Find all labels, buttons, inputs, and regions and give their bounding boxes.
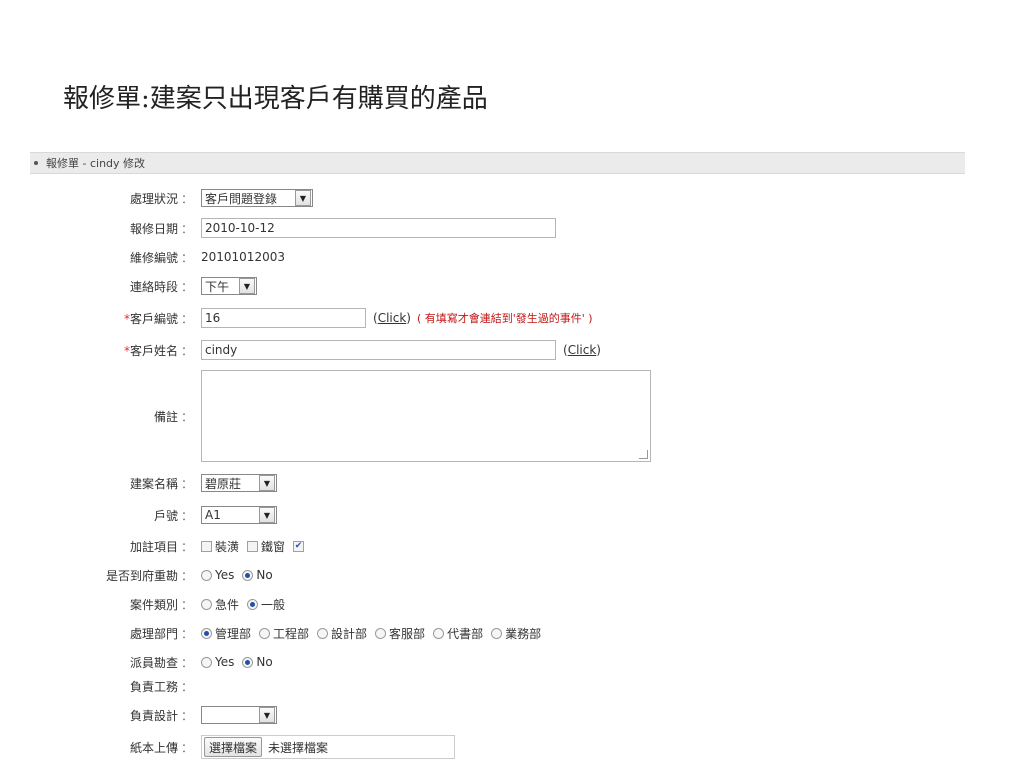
resize-grip-icon[interactable]	[639, 450, 648, 459]
repair-no-value: 20101012003	[201, 250, 285, 264]
radio-icon[interactable]	[201, 598, 212, 610]
radio-icon[interactable]	[433, 627, 445, 639]
row-contact-time: 連絡時段： 下午 ▼	[30, 275, 965, 297]
panel-header: 報修單 - cindy 修改	[30, 152, 965, 174]
chevron-down-icon: ▼	[295, 190, 311, 206]
radio-icon[interactable]	[317, 627, 329, 639]
radio-icon[interactable]	[259, 627, 271, 639]
customer-no-note: ( 有填寫才會連結到'發生過的事件' )	[416, 312, 593, 325]
row-customer-no: *客戶編號： 16 (Click) ( 有填寫才會連結到'發生過的事件' )	[30, 307, 965, 329]
department-management[interactable]: 管理部	[201, 625, 251, 642]
radio-selected-icon[interactable]	[242, 569, 254, 581]
window-bars-checkbox[interactable]	[247, 540, 259, 552]
department-customer-service[interactable]: 客服部	[375, 625, 425, 642]
row-customer-name: *客戶姓名： cindy (Click)	[30, 339, 965, 361]
choose-file-button[interactable]: 選擇檔案	[204, 737, 263, 757]
unit-no-label: 戶號	[153, 508, 178, 523]
project-name-select[interactable]: 碧原莊 ▼	[201, 474, 277, 492]
row-department: 處理部門： 管理部 工程部 設計部 客服部 代書部 業務部	[129, 625, 542, 642]
remarks-textarea[interactable]	[201, 370, 651, 462]
onsite-survey-no[interactable]: No	[242, 568, 273, 582]
panel-header-title: 報修單 - cindy 修改	[46, 157, 146, 170]
status-label: 處理狀況	[129, 191, 178, 206]
file-status-text: 未選擇檔案	[268, 740, 329, 755]
repair-no-label: 維修編號	[129, 250, 178, 265]
extra-item-option[interactable]: 鐵窗	[247, 538, 285, 555]
radio-selected-icon[interactable]	[242, 656, 254, 668]
customer-no-label: 客戶編號	[129, 311, 178, 326]
row-onsite-survey: 是否到府重勘： Yes No	[105, 568, 273, 583]
chevron-down-icon: ▼	[259, 707, 275, 723]
paper-upload-label: 紙本上傳	[129, 740, 178, 755]
radio-icon[interactable]	[491, 627, 503, 639]
extra-item-option[interactable]: 裝潢	[201, 538, 239, 555]
contact-time-label: 連絡時段	[129, 279, 178, 294]
row-repair-date: 報修日期： 2010-10-12	[30, 217, 965, 239]
dispatch-survey-no[interactable]: No	[242, 655, 273, 669]
project-name-label: 建案名稱	[129, 476, 178, 491]
customer-name-input[interactable]: cindy	[201, 340, 556, 360]
row-extra-items: 加註項目： 裝潢 鐵窗 ✔	[30, 535, 965, 557]
file-upload-field[interactable]: 選擇檔案 未選擇檔案	[201, 735, 455, 759]
page-title: 報修單:建案只出現客戶有購買的產品	[63, 84, 488, 114]
chevron-down-icon: ▼	[259, 507, 275, 523]
radio-icon[interactable]	[375, 627, 387, 639]
case-type-normal[interactable]: 一般	[247, 596, 285, 613]
unit-no-select[interactable]: A1 ▼	[201, 506, 277, 524]
onsite-survey-label: 是否到府重勘	[105, 568, 178, 583]
remarks-label: 備註	[153, 410, 178, 424]
radio-icon[interactable]	[201, 569, 212, 581]
radio-selected-icon[interactable]	[247, 598, 259, 610]
customer-name-label: 客戶姓名	[129, 343, 178, 358]
row-case-type: 案件類別： 急件 一般	[129, 596, 286, 613]
department-design[interactable]: 設計部	[317, 625, 367, 642]
chevron-down-icon: ▼	[259, 475, 275, 491]
contact-time-select[interactable]: 下午 ▼	[201, 277, 257, 295]
radio-selected-icon[interactable]	[201, 627, 212, 639]
dispatch-survey-yes[interactable]: Yes	[201, 655, 234, 669]
bullet-icon	[34, 161, 38, 165]
row-paper-upload: 紙本上傳： 選擇檔案 未選擇檔案	[30, 735, 965, 759]
responsible-design-select[interactable]: ▼	[201, 706, 277, 724]
dispatch-survey-label: 派員勘查	[129, 655, 178, 670]
row-repair-no: 維修編號： 20101012003	[129, 250, 285, 265]
repair-date-label: 報修日期	[129, 221, 178, 236]
onsite-survey-yes[interactable]: Yes	[201, 568, 234, 582]
customer-no-input[interactable]: 16	[201, 308, 366, 328]
department-label: 處理部門	[129, 626, 178, 641]
customer-name-click-link[interactable]: Click	[568, 343, 597, 357]
repair-form-panel: 報修單 - cindy 修改 處理狀況： 客戶問題登錄 ▼ 報修日期： 2010-…	[30, 152, 965, 768]
responsible-work-label: 負責工務	[129, 679, 178, 694]
row-responsible-work: 負責工務：	[129, 679, 193, 694]
extra-items-label: 加註項目	[129, 539, 178, 554]
extra-item-option[interactable]: ✔	[293, 540, 307, 552]
customer-no-click-link[interactable]: Click	[378, 311, 407, 325]
department-scrivener[interactable]: 代書部	[433, 625, 483, 642]
radio-icon[interactable]	[201, 656, 212, 668]
responsible-design-label: 負責設計	[129, 708, 178, 723]
department-engineering[interactable]: 工程部	[259, 625, 309, 642]
row-project-name: 建案名稱： 碧原莊 ▼	[30, 472, 965, 494]
row-unit-no: 戶號： A1 ▼	[30, 504, 965, 526]
case-type-label: 案件類別	[129, 597, 178, 612]
chevron-down-icon: ▼	[239, 278, 255, 294]
row-status: 處理狀況： 客戶問題登錄 ▼	[30, 187, 965, 209]
row-dispatch-survey: 派員勘查： Yes No	[129, 655, 273, 670]
row-responsible-design: 負責設計： ▼	[30, 704, 965, 726]
department-sales[interactable]: 業務部	[491, 625, 541, 642]
repair-date-input[interactable]: 2010-10-12	[201, 218, 556, 238]
status-select[interactable]: 客戶問題登錄 ▼	[201, 189, 313, 207]
row-remarks: 備註：	[30, 370, 965, 462]
case-type-urgent[interactable]: 急件	[201, 596, 239, 613]
checked-checkbox[interactable]: ✔	[293, 540, 305, 552]
decoration-checkbox[interactable]	[201, 540, 212, 552]
